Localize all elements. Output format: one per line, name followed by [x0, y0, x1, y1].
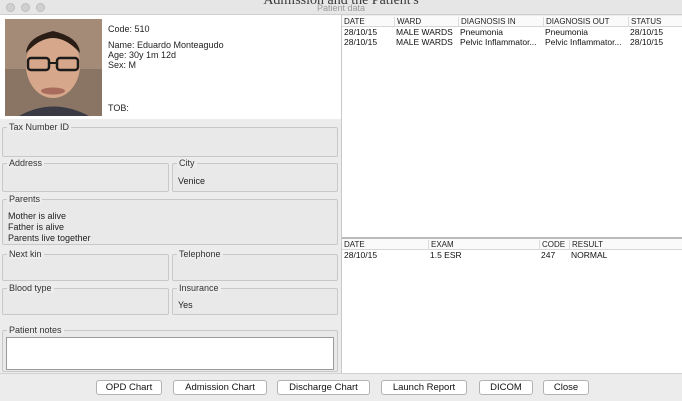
address-group: Address [2, 158, 169, 192]
patient-photo-image [5, 19, 102, 116]
exam-date: 28/10/15 [344, 250, 378, 260]
window-title: Patient data [316, 3, 366, 13]
exam-name: 1.5 ESR [430, 250, 462, 260]
patient-photo [5, 19, 102, 116]
discharge-chart-button[interactable]: Discharge Chart [277, 380, 370, 395]
admission-ward: MALE WARDS [396, 37, 453, 47]
admission-ward: MALE WARDS [396, 27, 453, 37]
tax-number-label: Tax Number ID [7, 122, 72, 132]
patient-notes-group: Patient notes [2, 325, 338, 372]
exams-col-exam[interactable]: EXAM [428, 240, 454, 250]
admission-status: 28/10/15 [630, 37, 664, 47]
exam-result: NORMAL [571, 250, 608, 260]
dicom-button[interactable]: DICOM [479, 380, 533, 395]
button-bar: OPD Chart Admission Chart Discharge Char… [0, 373, 682, 401]
parents-label: Parents [7, 194, 43, 204]
admissions-col-diagnosis-in[interactable]: DIAGNOSIS IN [458, 17, 516, 27]
city-label: City [177, 158, 197, 168]
patient-name: Name: Eduardo Monteagudo [108, 40, 224, 50]
exams-col-date[interactable]: DATE [342, 240, 365, 250]
tax-number-group: Tax Number ID [2, 122, 338, 157]
admission-chart-button[interactable]: Admission Chart [173, 380, 267, 395]
admissions-header: DATE WARD DIAGNOSIS IN DIAGNOSIS OUT STA… [342, 16, 682, 27]
city-group: City Venice [172, 158, 338, 192]
address-label: Address [7, 158, 45, 168]
next-kin-group: Next kin [2, 249, 169, 281]
patient-info: Code: 510 Name: Eduardo Monteagudo Age: … [108, 24, 224, 70]
opd-chart-button[interactable]: OPD Chart [96, 380, 162, 395]
city-value[interactable]: Venice [178, 176, 205, 186]
parents-line: Mother is alive [8, 211, 67, 221]
telephone-label: Telephone [177, 249, 223, 259]
admissions-col-ward[interactable]: WARD [394, 17, 421, 27]
admission-status: 28/10/15 [630, 27, 664, 37]
patient-notes-textarea[interactable] [6, 337, 334, 370]
parents-line: Parents live together [8, 233, 91, 243]
admission-diagnosis-in: Pelvic Inflammator... [460, 37, 537, 47]
exams-table: DATE EXAM CODE RESULT 28/10/15 1.5 ESR 2… [342, 237, 682, 373]
insurance-group: Insurance Yes [172, 283, 338, 315]
title-bar: Admission and the Patient's Patient data [0, 0, 682, 15]
insurance-label: Insurance [177, 283, 221, 293]
admission-diagnosis-out: Pneumonia [545, 27, 589, 37]
exams-col-result[interactable]: RESULT [569, 240, 603, 250]
admission-date: 28/10/15 [344, 37, 378, 47]
patient-header: Code: 510 Name: Eduardo Monteagudo Age: … [0, 15, 341, 119]
close-button[interactable]: Close [543, 380, 589, 395]
blood-type-label: Blood type [7, 283, 54, 293]
patient-code: Code: 510 [108, 24, 150, 34]
admissions-col-diagnosis-out[interactable]: DIAGNOSIS OUT [543, 17, 610, 27]
patient-panel: Code: 510 Name: Eduardo Monteagudo Age: … [0, 15, 341, 373]
admission-date: 28/10/15 [344, 27, 378, 37]
patient-sex: Sex: M [108, 60, 137, 70]
telephone-group: Telephone [172, 249, 338, 281]
parents-group: Parents Mother is alive Father is alive … [2, 194, 338, 245]
next-kin-label: Next kin [7, 249, 44, 259]
parents-line: Father is alive [8, 222, 65, 232]
exam-code: 247 [541, 250, 556, 260]
patient-notes-label: Patient notes [7, 325, 64, 335]
admission-diagnosis-out: Pelvic Inflammator... [545, 37, 622, 47]
table-row[interactable]: 28/10/15 MALE WARDS Pneumonia Pneumonia … [342, 27, 682, 37]
blood-type-group: Blood type [2, 283, 169, 315]
admissions-table: DATE WARD DIAGNOSIS IN DIAGNOSIS OUT STA… [342, 16, 682, 238]
records-panel: DATE WARD DIAGNOSIS IN DIAGNOSIS OUT STA… [341, 15, 682, 373]
admissions-col-status[interactable]: STATUS [628, 17, 661, 27]
table-row[interactable]: 28/10/15 1.5 ESR 247 NORMAL [342, 250, 682, 260]
exams-header: DATE EXAM CODE RESULT [342, 239, 682, 250]
patient-tob: TOB: [108, 103, 129, 113]
insurance-value[interactable]: Yes [178, 300, 193, 310]
launch-report-button[interactable]: Launch Report [381, 380, 467, 395]
admission-diagnosis-in: Pneumonia [460, 27, 504, 37]
parents-list: Mother is alive Father is alive Parents … [8, 211, 91, 244]
admissions-col-date[interactable]: DATE [342, 17, 365, 27]
table-row[interactable]: 28/10/15 MALE WARDS Pelvic Inflammator..… [342, 37, 682, 47]
exams-col-code[interactable]: CODE [539, 240, 565, 250]
patient-age: Age: 30y 1m 12d [108, 50, 177, 60]
